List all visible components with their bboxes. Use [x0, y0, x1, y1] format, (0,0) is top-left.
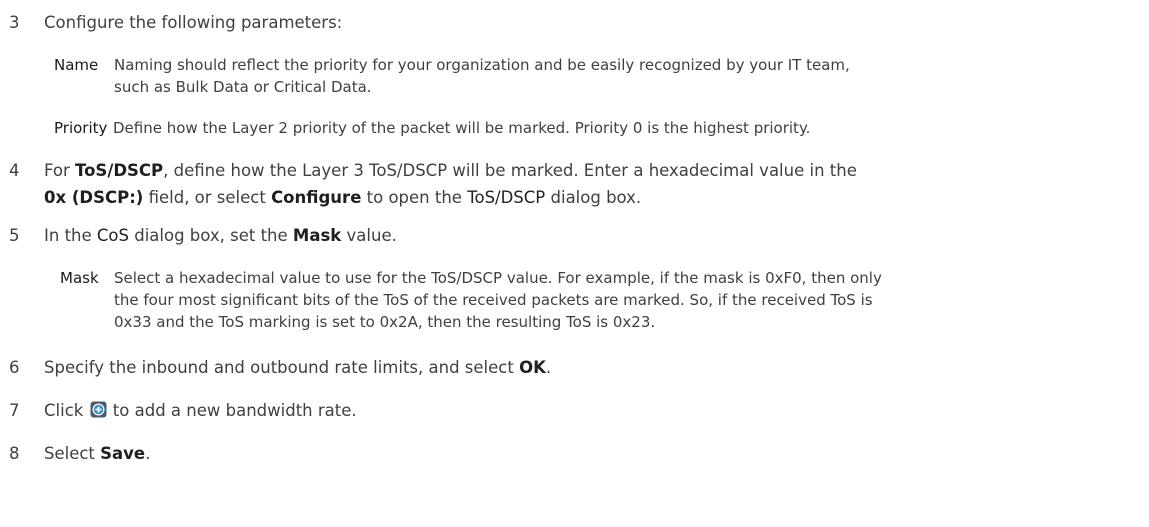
param-definition-line: such as Bulk Data or Critical Data. — [114, 78, 372, 96]
param-term: Name — [54, 56, 99, 74]
param-definition-line: Select a hexadecimal value to use for th… — [114, 269, 882, 287]
step-text-line: Select Save. — [44, 444, 151, 463]
param-definition-line: the four most significant bits of the To… — [114, 291, 873, 309]
param-definition-line: 0x33 and the ToS marking is set to 0x2A,… — [114, 313, 656, 331]
step-text-line: In the CoS dialog box, set the Mask valu… — [44, 226, 397, 245]
bold-term: 0x (DSCP:) — [44, 188, 144, 207]
step-text-line: 0x (DSCP:) field, or select Configure to… — [44, 188, 642, 207]
ui-term: ToS/DSCP — [467, 188, 546, 207]
step-number: 5 — [9, 226, 20, 245]
step-number: 3 — [9, 13, 20, 32]
param-definition-line: Naming should reflect the priority for y… — [114, 56, 850, 74]
bold-term: Save — [100, 444, 146, 463]
bold-term: OK — [519, 358, 546, 377]
param-definition-line: Define how the Layer 2 priority of the p… — [113, 119, 811, 137]
param-priority: Priority Define how the Layer 2 priority… — [0, 117, 1149, 141]
bold-term: Mask — [292, 226, 342, 245]
step-text-line: For ToS/DSCP, define how the Layer 3 ToS… — [44, 161, 857, 180]
param-term: Priority — [54, 119, 108, 137]
param-mask: Mask Select a hexadecimal value to use f… — [0, 267, 1149, 337]
step-number: 7 — [9, 401, 20, 420]
document-page: 3 Configure the following parameters: Na… — [0, 0, 1149, 527]
bold-term: Configure — [271, 188, 362, 207]
ui-term: CoS — [96, 226, 129, 245]
step-number: 4 — [9, 161, 20, 180]
step-text-line: Specify the inbound and outbound rate li… — [44, 358, 552, 377]
step-number: 8 — [9, 444, 20, 463]
add-circle-icon — [90, 400, 107, 418]
step-text: Configure the following parameters: — [44, 13, 343, 32]
param-name: Name Naming should reflect the priority … — [0, 54, 1149, 104]
step-text-line: Click to add a new bandwidth rate. — [44, 400, 357, 420]
step-number: 6 — [9, 358, 20, 377]
param-term: Mask — [60, 269, 99, 287]
step-4: 4 For ToS/DSCP, define how the Layer 3 T… — [0, 158, 1149, 214]
bold-term: ToS/DSCP — [75, 161, 164, 180]
